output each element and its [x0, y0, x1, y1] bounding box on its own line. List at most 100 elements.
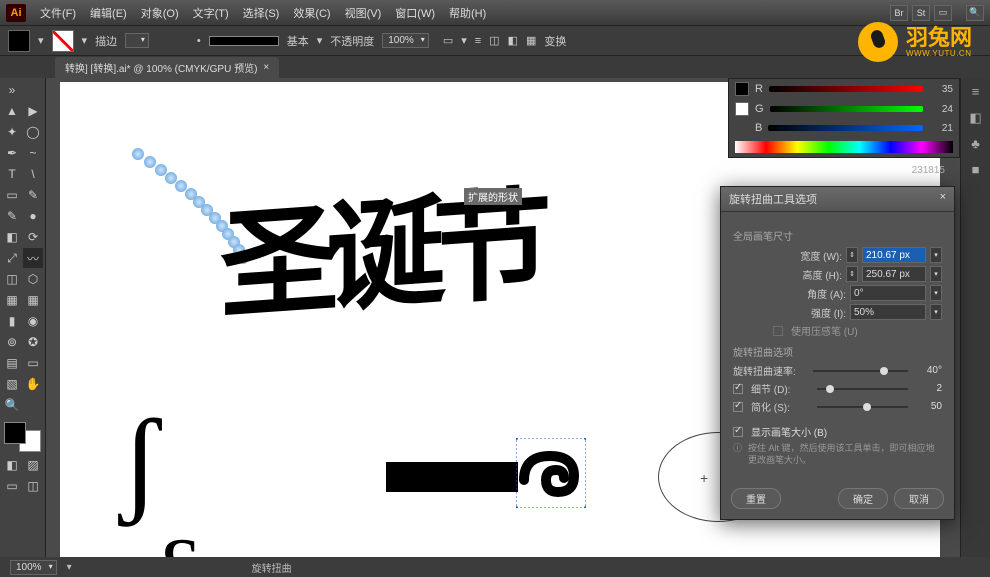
- menu-file[interactable]: 文件(F): [34, 3, 82, 23]
- detail-slider[interactable]: [817, 388, 908, 390]
- transform-label[interactable]: 变换: [544, 33, 566, 49]
- doc-tab-bar: 转换] [转换].ai* @ 100% (CMYK/GPU 预览) ×: [0, 56, 990, 78]
- reset-button[interactable]: 重置: [731, 488, 781, 509]
- panel-icon-1[interactable]: ≡: [967, 84, 985, 102]
- zoom-tool[interactable]: 🔍: [2, 395, 22, 415]
- title-bar: Ai 文件(F) 编辑(E) 对象(O) 文字(T) 选择(S) 效果(C) 视…: [0, 0, 990, 26]
- color-stroke-swatch[interactable]: [735, 102, 749, 116]
- symbol-tool[interactable]: ✪: [23, 332, 43, 352]
- paintbrush-tool[interactable]: ✎: [23, 185, 43, 205]
- menu-help[interactable]: 帮助(H): [443, 3, 492, 23]
- g-value[interactable]: 24: [929, 104, 953, 115]
- draw-mode-icon[interactable]: ◫: [23, 476, 43, 496]
- doc-tab[interactable]: 转换] [转换].ai* @ 100% (CMYK/GPU 预览) ×: [55, 57, 279, 78]
- mesh-tool[interactable]: ▦: [23, 290, 43, 310]
- zoom-dropdown[interactable]: 100%: [10, 560, 57, 575]
- rectangle-tool[interactable]: ▭: [2, 185, 22, 205]
- menu-select[interactable]: 选择(S): [237, 3, 286, 23]
- b-value[interactable]: 21: [929, 123, 953, 134]
- rotate-tool[interactable]: ⟳: [23, 227, 43, 247]
- menu-window[interactable]: 窗口(W): [389, 3, 441, 23]
- menu-object[interactable]: 对象(O): [135, 3, 185, 23]
- scale-tool[interactable]: ⤢: [2, 248, 22, 268]
- magic-wand-tool[interactable]: ✦: [2, 122, 22, 142]
- angle-input[interactable]: 0°: [850, 285, 926, 301]
- height-input[interactable]: 250.67 px: [862, 266, 926, 282]
- rate-label: 旋转扭曲速率:: [733, 363, 803, 378]
- r-slider[interactable]: [769, 86, 923, 92]
- stroke-dd-icon[interactable]: ▾: [82, 34, 88, 47]
- line-tool[interactable]: \: [23, 164, 43, 184]
- hand-tool[interactable]: ✋: [23, 374, 43, 394]
- panel-icon-4[interactable]: ■: [967, 162, 985, 180]
- slice-tool[interactable]: ▧: [2, 374, 22, 394]
- opacity-dropdown[interactable]: 100%: [382, 33, 429, 48]
- arrange-button[interactable]: ▭: [934, 5, 952, 21]
- bridge-button[interactable]: Br: [890, 5, 908, 21]
- curvature-tool[interactable]: ~: [23, 143, 43, 163]
- hex-value[interactable]: 231815: [912, 165, 945, 176]
- intensity-dd-icon[interactable]: ▾: [930, 304, 942, 320]
- selection-tool[interactable]: ▲: [2, 101, 22, 121]
- stroke-preview: [209, 36, 279, 46]
- intensity-input[interactable]: 50%: [850, 304, 926, 320]
- angle-dd-icon[interactable]: ▾: [930, 285, 942, 301]
- width-dd-icon[interactable]: ▾: [930, 247, 942, 263]
- screen-mode-icon[interactable]: ▭: [2, 476, 22, 496]
- panel-icon-3[interactable]: ♣: [967, 136, 985, 154]
- menu-text[interactable]: 文字(T): [187, 3, 235, 23]
- menu-edit[interactable]: 编辑(E): [84, 3, 133, 23]
- pen-tool[interactable]: ✒: [2, 143, 22, 163]
- eyedropper-tool[interactable]: ◉: [23, 311, 43, 331]
- width-stepper[interactable]: ⇕: [846, 247, 858, 263]
- detail-checkbox[interactable]: [733, 384, 743, 394]
- fill-swatch[interactable]: [8, 30, 30, 52]
- lasso-tool[interactable]: ◯: [23, 122, 43, 142]
- color-spectrum[interactable]: [735, 141, 953, 153]
- status-bar: 100% ▾ 旋转扭曲: [0, 557, 990, 577]
- direct-selection-tool[interactable]: ▶: [23, 101, 43, 121]
- stroke-weight-dropdown[interactable]: [125, 33, 149, 48]
- height-stepper[interactable]: ⇕: [846, 266, 858, 282]
- show-brush-checkbox[interactable]: [733, 427, 743, 437]
- close-icon[interactable]: ×: [263, 62, 269, 73]
- r-value[interactable]: 35: [929, 84, 953, 95]
- blend-tool[interactable]: ⊚: [2, 332, 22, 352]
- free-transform-tool[interactable]: ◫: [2, 269, 22, 289]
- simplify-slider[interactable]: [817, 406, 908, 408]
- type-tool[interactable]: T: [2, 164, 22, 184]
- dialog-close-icon[interactable]: ×: [940, 191, 946, 207]
- search-icon[interactable]: 🔍: [966, 5, 984, 21]
- width-input[interactable]: 210.67 px: [862, 247, 926, 263]
- gradient-mode-icon[interactable]: ▨: [23, 455, 43, 475]
- fill-dd-icon[interactable]: ▾: [38, 34, 44, 47]
- graph-tool[interactable]: ▤: [2, 353, 22, 373]
- simplify-checkbox[interactable]: [733, 402, 743, 412]
- color-fill-swatch[interactable]: [735, 82, 749, 96]
- stroke-swatch[interactable]: [52, 30, 74, 52]
- color-mode-icon[interactable]: ◧: [2, 455, 22, 475]
- opacity-label: 不透明度: [330, 33, 374, 49]
- gradient-tool[interactable]: ▮: [2, 311, 22, 331]
- panel-icon-2[interactable]: ◧: [967, 110, 985, 128]
- menu-view[interactable]: 视图(V): [339, 3, 388, 23]
- fill-stroke-swatches[interactable]: [2, 420, 43, 454]
- cancel-button[interactable]: 取消: [894, 488, 944, 509]
- collapse-icon[interactable]: »: [2, 80, 22, 100]
- rate-slider[interactable]: [813, 370, 908, 372]
- detail-value: 2: [918, 383, 942, 394]
- art-black-bar: [386, 462, 518, 492]
- warp-tool[interactable]: 〰: [23, 248, 43, 268]
- pencil-tool[interactable]: ✎: [2, 206, 22, 226]
- b-slider[interactable]: [768, 125, 923, 131]
- blob-brush-tool[interactable]: ●: [23, 206, 43, 226]
- eraser-tool[interactable]: ◧: [2, 227, 22, 247]
- shape-builder-tool[interactable]: ⬡: [23, 269, 43, 289]
- perspective-tool[interactable]: ▦: [2, 290, 22, 310]
- stock-button[interactable]: St: [912, 5, 930, 21]
- menu-effect[interactable]: 效果(C): [287, 3, 336, 23]
- artboard-tool[interactable]: ▭: [23, 353, 43, 373]
- height-dd-icon[interactable]: ▾: [930, 266, 942, 282]
- ok-button[interactable]: 确定: [838, 488, 888, 509]
- g-slider[interactable]: [770, 106, 923, 112]
